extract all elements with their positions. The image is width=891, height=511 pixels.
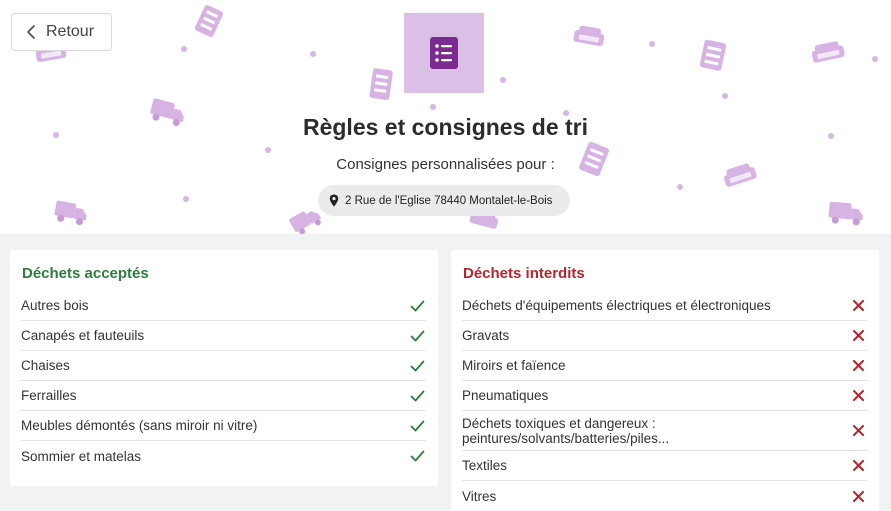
decor-dot (872, 56, 878, 62)
accepted-item: Chaises (21, 351, 426, 381)
decor-dot (310, 51, 316, 57)
forbidden-item: Textiles (462, 451, 867, 481)
check-icon (409, 388, 425, 404)
back-button[interactable]: Retour (11, 13, 112, 51)
checklist-icon (195, 5, 223, 37)
forbidden-item: Gravats (462, 321, 867, 351)
decor-dot (500, 77, 506, 83)
forbidden-item-label: Miroirs et faïence (462, 358, 566, 373)
decor-dot (722, 93, 728, 99)
decor-dot (677, 184, 683, 190)
check-icon (409, 418, 425, 434)
forbidden-item-label: Déchets toxiques et dangereux : peinture… (462, 415, 670, 446)
truck-icon (828, 201, 863, 226)
page-title: Règles et consignes de tri (302, 114, 589, 140)
accepted-item: Meubles démontés (sans miroir ni vitre) (21, 411, 426, 441)
cross-icon (850, 328, 866, 344)
decor-dot (181, 46, 187, 52)
accepted-item-label: Chaises (21, 358, 70, 373)
address-badge: 2 Rue de l'Eglise 78440 Montalet-le-Bois (318, 185, 570, 216)
accepted-item: Canapés et fauteuils (21, 321, 426, 351)
sofa-icon (811, 41, 845, 63)
accepted-item: Autres bois (21, 291, 426, 321)
forbidden-item: Déchets toxiques et dangereux : peinture… (462, 411, 867, 451)
address-text: 2 Rue de l'Eglise 78440 Montalet-le-Bois (345, 194, 553, 207)
logo-tile (404, 13, 484, 93)
back-button-label: Retour (46, 23, 95, 40)
forbidden-item-label: Gravats (462, 328, 510, 343)
accepted-item-label: Autres bois (21, 298, 89, 313)
check-icon (409, 358, 425, 374)
accepted-item-label: Ferrailles (21, 388, 77, 403)
decor-dot (183, 196, 189, 202)
forbidden-item-label: Déchets d'équipements électriques et éle… (462, 298, 771, 313)
accepted-item-label: Meubles démontés (sans miroir ni vitre) (21, 418, 258, 433)
cross-icon (850, 298, 866, 314)
map-pin-icon (329, 194, 339, 207)
check-icon (409, 448, 425, 464)
forbidden-item: Déchets d'équipements électriques et éle… (462, 291, 867, 321)
decor-dot (265, 147, 271, 153)
check-icon (409, 328, 425, 344)
page-subtitle: Consignes personnalisées pour : (336, 156, 555, 173)
decor-dot (649, 41, 655, 47)
cross-icon (850, 423, 866, 439)
truck-icon (289, 211, 322, 234)
chevron-left-icon (27, 25, 35, 39)
forbidden-item: Miroirs et faïence (462, 351, 867, 381)
cross-icon (850, 458, 866, 474)
checklist-icon (430, 37, 458, 69)
checklist-icon (369, 68, 393, 101)
hero-banner: Retour Règles et consignes de tri Consig… (0, 0, 891, 234)
accepted-waste-card: Déchets acceptés Autres bois Canapés et … (10, 250, 438, 486)
accepted-item-label: Sommier et matelas (21, 448, 142, 464)
accepted-item-label: Canapés et fauteuils (21, 328, 145, 343)
decor-dot (430, 104, 436, 110)
cross-icon (850, 358, 866, 374)
accepted-item: Ferrailles (21, 381, 426, 411)
cross-icon (850, 488, 866, 504)
forbidden-waste-card: Déchets interdits Déchets d'équipements … (451, 250, 879, 511)
forbidden-item: Vitres (462, 481, 867, 511)
forbidden-heading: Déchets interdits (463, 265, 585, 282)
forbidden-item: Pneumatiques (462, 381, 867, 411)
check-icon (409, 298, 425, 314)
forbidden-item-label: Vitres (462, 488, 497, 504)
cross-icon (850, 388, 866, 404)
forbidden-item-label: Textiles (462, 458, 508, 473)
truck-icon (54, 200, 87, 226)
accepted-heading: Déchets acceptés (22, 265, 149, 282)
accepted-item: Sommier et matelas (21, 441, 426, 471)
checklist-icon (699, 39, 727, 71)
sofa-icon (573, 25, 605, 47)
forbidden-item-label: Pneumatiques (462, 388, 549, 403)
